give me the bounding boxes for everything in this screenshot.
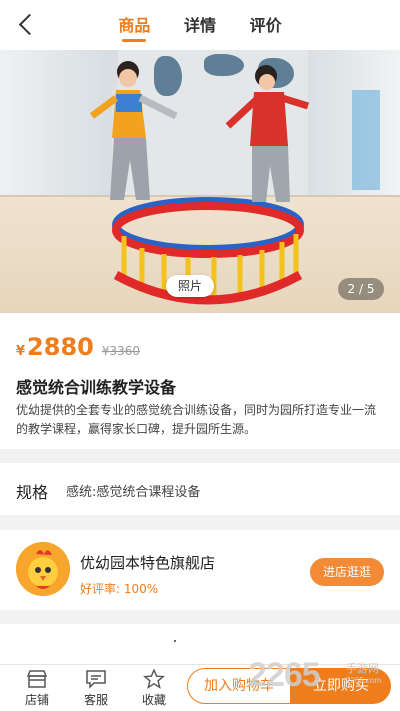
shop-logo[interactable]	[16, 542, 70, 596]
favorite-label: 收藏	[141, 693, 166, 707]
product-image-carousel[interactable]: 照片 2 / 5	[0, 50, 400, 313]
store-button[interactable]: 店铺	[9, 665, 65, 711]
spec-label: 规格	[16, 483, 49, 502]
favorite-button[interactable]: 收藏	[126, 665, 182, 711]
spec-value: 感统:感觉统合课程设备	[66, 485, 201, 500]
tab-details[interactable]: 详情	[184, 12, 216, 38]
visit-shop-button[interactable]: 进店逛逛	[310, 558, 384, 586]
price-value: 2880	[27, 333, 94, 361]
shop-card: 优幼园本特色旗舰店 好评率: 100% 进店逛逛	[0, 530, 400, 610]
store-label: 店铺	[24, 693, 49, 707]
price-row: ¥2880 ¥3360	[16, 333, 140, 361]
star-icon	[143, 669, 165, 689]
top-bar: 商品 详情 评价	[0, 0, 400, 50]
product-photo	[89, 61, 310, 305]
product-info-card: ¥2880 ¥3360 感觉统合训练教学设备 优幼提供的全套专业的感觉统合训练设备…	[0, 313, 400, 449]
price-currency: ¥	[16, 344, 26, 359]
product-description: 优幼提供的全套专业的感觉统合训练设备，同时为园所打造专业一流的教学课程，赢得家长…	[16, 403, 377, 436]
customer-service-label: 客服	[83, 693, 108, 707]
product-title: 感觉统合训练教学设备	[16, 378, 177, 397]
watermark-url: 2265.com	[346, 676, 382, 685]
tab-product[interactable]: 商品	[118, 12, 150, 42]
photo-tag[interactable]: 照片	[166, 275, 214, 297]
recommend-section	[0, 624, 400, 664]
watermark-site: 手游网	[346, 663, 379, 675]
store-icon	[26, 670, 48, 688]
shop-rating: 好评率: 100%	[80, 582, 159, 596]
original-price: ¥3360	[101, 344, 141, 358]
shop-name[interactable]: 优幼园本特色旗舰店	[80, 552, 215, 573]
image-page-indicator: 2 / 5	[338, 278, 384, 300]
tab-reviews[interactable]: 评价	[250, 12, 282, 38]
customer-service-button[interactable]: 客服	[68, 665, 124, 711]
chat-icon	[86, 670, 106, 689]
bottom-action-bar: 店铺 客服 收藏 加入购物车 立即购买	[0, 664, 400, 711]
site-watermark: 2265 手游网 2265.com	[248, 656, 381, 695]
spec-row[interactable]: 规格 感统:感觉统合课程设备	[0, 463, 400, 515]
product-tabs: 商品 详情 评价	[0, 12, 400, 42]
watermark-number: 2265	[248, 656, 321, 694]
